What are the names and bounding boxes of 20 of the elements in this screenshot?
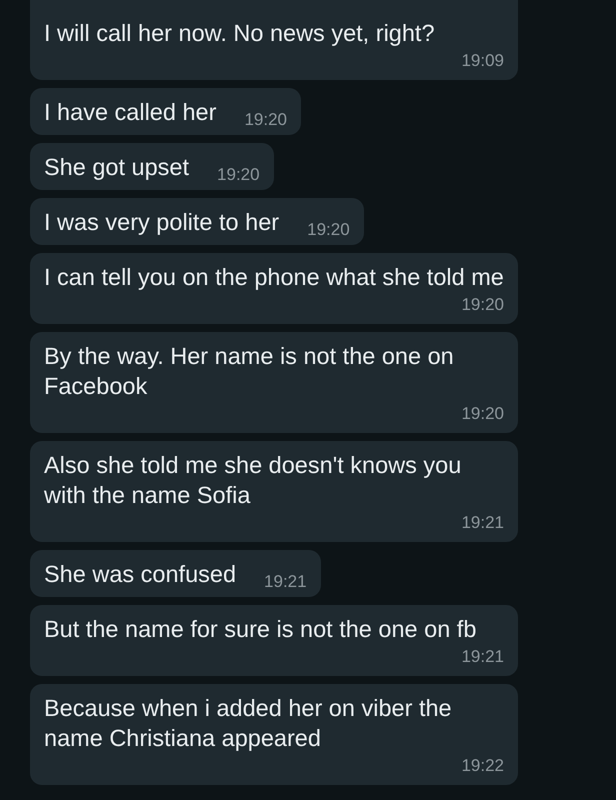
message-time: 19:22 — [460, 755, 504, 777]
message-text: I will call her now. No news yet, right? — [44, 19, 436, 48]
message-time: 19:20 — [460, 294, 504, 316]
message-text: I can tell you on the phone what she told me — [44, 263, 504, 292]
message-text: By the way. Her name is not the one on Facebook — [44, 342, 455, 401]
message-text: She was confused — [44, 560, 236, 589]
message-text: Because when i added her on viber the name Christiana appeared — [44, 694, 453, 753]
message-time: 19:20 — [460, 403, 504, 425]
message-text: Also she told me she doesn't knows you with the name Sofia — [44, 451, 462, 510]
message-text: I have called her — [44, 98, 216, 127]
message-time: 19:20 — [244, 109, 287, 131]
message-time: 19:21 — [264, 571, 307, 593]
message-time: 19:21 — [460, 512, 504, 534]
message-text: But the name for sure is not the one on fb — [44, 615, 478, 644]
message-text: I was very polite to her — [44, 208, 280, 237]
message-text: She got upset — [44, 153, 190, 182]
message-time: 19:21 — [460, 646, 504, 668]
message-time: 19:20 — [217, 164, 260, 186]
message-time: 19:09 — [460, 50, 504, 72]
message-time: 19:20 — [307, 219, 350, 241]
